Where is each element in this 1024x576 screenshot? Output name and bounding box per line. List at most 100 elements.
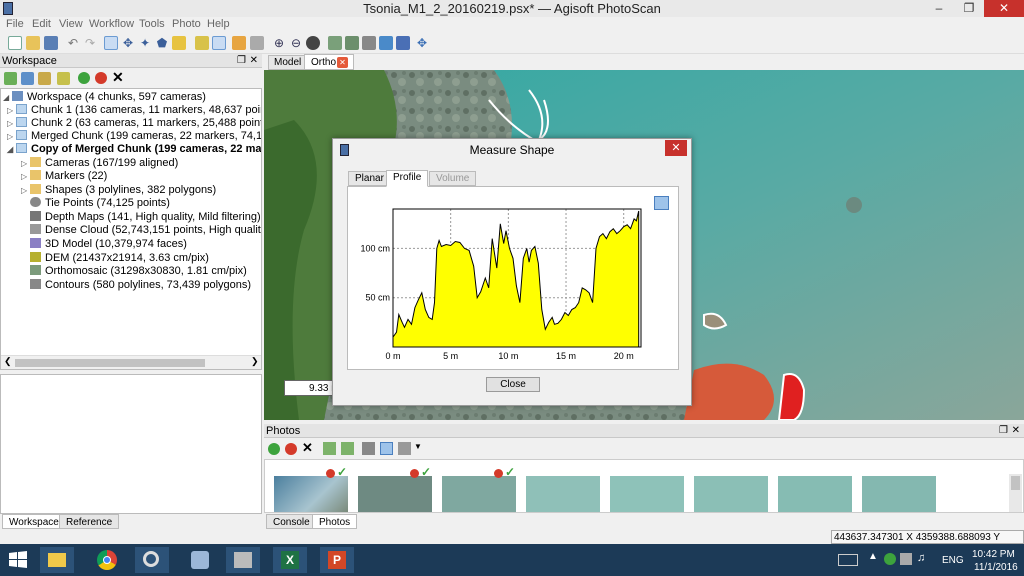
grid-view-icon[interactable] [398,442,411,455]
keyboard-icon[interactable] [838,554,858,566]
move-icon[interactable]: ✥ [415,36,429,50]
view-icon[interactable] [380,442,393,455]
select-cursor-icon[interactable] [104,36,118,50]
tab-profile[interactable]: Profile [386,170,429,187]
tab-console[interactable]: Console [266,514,317,529]
close-panel-icon[interactable]: ✕ [250,54,258,68]
rotate-icon[interactable] [232,36,246,50]
open-icon[interactable] [26,36,40,50]
photo-thumbnail[interactable] [442,476,516,512]
tree-orthomosaic[interactable]: Orthomosaic (31298x30830, 1.81 cm/pix) [30,265,247,278]
menu-photo[interactable]: Photo [172,18,201,30]
scroll-right-icon[interactable]: ❯ [251,356,259,367]
chrome-icon[interactable] [90,547,124,573]
menu-workflow[interactable]: Workflow [89,18,134,30]
tree-scrollbar[interactable]: ❮ ❯ [1,355,261,369]
photoscan-icon[interactable] [183,547,217,573]
file-explorer-icon[interactable] [40,547,74,573]
tree-contours[interactable]: Contours (580 polylines, 73,439 polygons… [30,279,251,292]
network-icon[interactable] [900,553,912,565]
tab-model[interactable]: Model [268,55,308,70]
minimize-button[interactable]: – [924,0,954,17]
mask-icon[interactable] [362,442,375,455]
excel-icon[interactable]: X [273,547,307,573]
photo-thumbnail[interactable] [694,476,768,512]
close-window-button[interactable]: ✕ [984,0,1024,17]
redo-icon[interactable]: ↷ [83,36,97,50]
scroll-thumb[interactable] [15,359,205,367]
tree-tie-points[interactable]: Tie Points (74,125 points) [30,197,170,210]
save-icon[interactable] [44,36,58,50]
photos-close-icon[interactable]: ✕ [1012,424,1020,438]
zoom-in-icon[interactable]: ⊕ [272,36,286,50]
maximize-button[interactable]: ❐ [954,0,984,17]
tree-root[interactable]: ◢ Workspace (4 chunks, 597 cameras) [3,91,206,104]
point-icon[interactable]: ✦ [138,36,152,50]
photos-scroll-thumb[interactable] [1011,476,1020,490]
volume-icon[interactable]: ♫ [917,552,925,564]
tab-workspace[interactable]: Workspace [2,514,66,529]
powerpoint-icon[interactable]: P [320,547,354,573]
menu-help[interactable]: Help [207,18,230,30]
add-folder-icon[interactable] [38,72,51,85]
shapes-icon[interactable] [362,36,376,50]
close-button[interactable]: Close [486,377,540,392]
photo-thumbnail[interactable] [358,476,432,512]
tree-cameras[interactable]: ▷ Cameras (167/199 aligned) [21,157,178,170]
tab-planar[interactable]: Planar [348,171,391,186]
add-photos-icon[interactable] [21,72,34,85]
undo-icon[interactable]: ↶ [66,36,80,50]
menu-file[interactable]: File [6,18,24,30]
menu-edit[interactable]: Edit [32,18,51,30]
tree-shapes[interactable]: ▷ Shapes (3 polylines, 382 polygons) [21,184,216,197]
marker-icon[interactable] [195,36,209,50]
photo-thumbnail[interactable] [778,476,852,512]
reset-view-icon[interactable] [250,36,264,50]
scroll-left-icon[interactable]: ❮ [4,356,12,367]
tree-markers[interactable]: ▷ Markers (22) [21,170,107,183]
contour-icon[interactable] [379,36,393,50]
chunk-tools-icon[interactable] [57,72,70,85]
tree-depth-maps[interactable]: Depth Maps (141, High quality, Mild filt… [30,211,261,224]
search-icon[interactable] [135,547,169,573]
disable-icon[interactable] [95,72,107,84]
start-windows-icon[interactable] [8,550,28,570]
tray-app-icon[interactable] [884,553,896,565]
dem-icon[interactable] [345,36,359,50]
rotate-left-icon[interactable] [323,442,336,455]
tab-ortho[interactable]: Ortho ✕ [304,54,354,70]
photos-scrollbar[interactable] [1009,474,1022,512]
tray-expand-icon[interactable]: ▲ [868,551,878,562]
zoom-out-icon[interactable]: ⊖ [289,36,303,50]
enable-photo-icon[interactable] [268,443,280,455]
model-view-icon[interactable] [212,36,226,50]
dropdown-icon[interactable]: ▼ [414,442,422,451]
tree-dense-cloud[interactable]: Dense Cloud (52,743,151 points, High qua… [30,224,261,237]
tree-chunk-2[interactable]: ▷ Chunk 2 (63 cameras, 11 markers, 25,488… [7,117,261,130]
photo-thumbnail[interactable] [862,476,936,512]
enable-icon[interactable] [78,72,90,84]
menu-view[interactable]: View [59,18,83,30]
flag-icon[interactable] [396,36,410,50]
tree-chunk-copy[interactable]: ◢ Copy of Merged Chunk (199 cameras, 22 m… [7,143,261,156]
shading-icon[interactable] [306,36,320,50]
tree-3d-model[interactable]: 3D Model (10,379,974 faces) [30,238,187,251]
image-icon[interactable] [328,36,342,50]
navigation-icon[interactable]: ✥ [121,36,135,50]
clock-time[interactable]: 10:42 PM [972,549,1015,560]
language-indicator[interactable]: ENG [942,555,964,566]
ruler-icon[interactable] [172,36,186,50]
photos-float-icon[interactable]: ❐ [999,424,1008,438]
photo-thumbnail[interactable] [526,476,600,512]
tab-volume[interactable]: Volume [429,171,477,186]
remove-photo-icon[interactable]: ✕ [302,440,313,456]
disable-photo-icon[interactable] [285,443,297,455]
clock-date[interactable]: 11/1/2016 [974,562,1018,573]
menu-tools[interactable]: Tools [139,18,165,30]
add-chunk-icon[interactable] [4,72,17,85]
tree-chunk-1[interactable]: ▷ Chunk 1 (136 cameras, 11 markers, 48,63… [7,104,261,117]
new-icon[interactable] [8,36,22,50]
tab-reference[interactable]: Reference [59,514,120,529]
polygon-icon[interactable]: ⬟ [155,36,169,50]
close-tab-icon[interactable]: ✕ [337,57,348,68]
